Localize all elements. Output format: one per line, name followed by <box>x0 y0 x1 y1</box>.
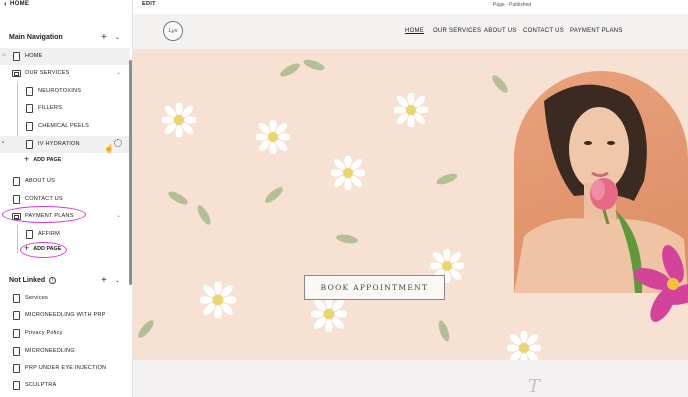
plus-icon: + <box>24 243 30 253</box>
daisy-decoration <box>256 120 290 154</box>
leaf-decoration <box>135 318 157 340</box>
add-page-plus-icon[interactable]: + <box>101 275 107 286</box>
sidebar-item-chemical-peels[interactable]: CHEMICAL PEELS <box>0 118 130 135</box>
page-icon <box>13 329 20 338</box>
page-status: Page · Published <box>493 2 532 8</box>
site-nav-our-services[interactable]: OUR SERVICES <box>433 28 481 34</box>
sidebar-item-microneedling-prp[interactable]: MICRONEEDLING WITH PRP <box>0 307 130 324</box>
page-icon <box>13 52 20 61</box>
page-icon <box>26 230 33 239</box>
sidebar-item-fillers[interactable]: FILLERS <box>0 100 130 117</box>
sidebar-item-privacy-policy[interactable]: Privacy Policy <box>0 325 130 342</box>
site-nav-home[interactable]: HOME <box>405 28 424 34</box>
editor-toolbar: EDIT Page · Published <box>133 0 688 14</box>
page-icon <box>13 294 20 303</box>
chevron-down-icon[interactable]: ⌄ <box>115 34 120 41</box>
gear-icon[interactable] <box>114 139 122 147</box>
chevron-down-icon[interactable]: ⌄ <box>116 69 121 76</box>
not-linked-heading: Not Linked i <box>9 277 57 284</box>
leaf-decoration <box>166 189 190 207</box>
site-nav-payment-plans[interactable]: PAYMENT PLANS <box>570 28 623 34</box>
daisy-decoration <box>507 331 541 360</box>
sidebar-item-affirm[interactable]: AFFIRM <box>0 226 130 243</box>
add-page-plus-icon[interactable]: + <box>101 32 107 43</box>
sidebar-item-services[interactable]: Services <box>0 290 130 307</box>
page-icon <box>13 347 20 356</box>
daisy-decoration <box>394 93 428 127</box>
page-icon <box>13 364 20 373</box>
leaf-decoration <box>435 171 459 187</box>
leaf-decoration <box>335 233 359 245</box>
page-icon <box>13 177 20 186</box>
plus-icon: + <box>24 154 30 164</box>
daisy-decoration <box>311 296 347 332</box>
sidebar-item-payment-plans[interactable]: PAYMENT PLANS ⌄ <box>0 208 130 225</box>
sidebar-item-neurotoxins[interactable]: NEUROTOXINS <box>0 83 130 100</box>
script-heading: T <box>528 376 541 397</box>
info-icon[interactable]: i <box>49 277 57 284</box>
page-icon <box>26 87 33 96</box>
mouse-cursor-icon: ☝ <box>104 144 114 153</box>
site-preview: Lyn HOME OUR SERVICES ABOUT US CONTACT U… <box>133 14 688 397</box>
page-icon <box>26 104 33 113</box>
sidebar-item-prp-under-eye[interactable]: PRP UNDER EYE INJECTION <box>0 360 130 377</box>
sidebar-item-contact-us[interactable]: CONTACT US <box>0 191 130 208</box>
page-icon <box>26 140 33 149</box>
chevron-left-icon: ‹ <box>4 0 7 8</box>
site-nav-contact-us[interactable]: CONTACT US <box>523 28 564 34</box>
home-marker-icon: ⌂ <box>2 52 6 58</box>
leaf-decoration <box>278 61 302 79</box>
pink-flower-image <box>633 244 688 322</box>
trash-icon[interactable]: ▪ <box>2 140 4 146</box>
sidebar-item-microneedling[interactable]: MICRONEEDLING <box>0 343 130 360</box>
leaf-decoration <box>195 203 213 227</box>
site-header: Lyn HOME OUR SERVICES ABOUT US CONTACT U… <box>133 14 688 49</box>
page-icon <box>26 122 33 131</box>
page-icon <box>13 195 20 204</box>
sidebar-item-our-services[interactable]: OUR SERVICES ⌄ <box>0 65 130 82</box>
edit-button[interactable]: EDIT <box>142 1 156 7</box>
daisy-decoration <box>162 103 196 137</box>
folder-icon <box>12 70 21 77</box>
add-page-button-services[interactable]: + ADD PAGE <box>24 155 61 164</box>
back-home-link[interactable]: ‹ HOME <box>4 0 29 8</box>
main-navigation-heading: Main Navigation <box>9 34 63 41</box>
not-linked-actions: + ⌄ <box>101 275 120 286</box>
site-logo[interactable]: Lyn <box>163 21 183 41</box>
leaf-decoration <box>302 57 326 73</box>
page-icon <box>13 311 20 320</box>
daisy-decoration <box>331 156 365 190</box>
next-section: T <box>133 360 688 397</box>
chevron-down-icon[interactable]: ⌄ <box>116 212 121 219</box>
chevron-down-icon[interactable]: ⌄ <box>115 277 120 284</box>
leaf-decoration <box>489 73 511 95</box>
sidebar-scrollbar[interactable] <box>129 60 132 285</box>
leaf-decoration <box>263 184 285 206</box>
sidebar-item-sculptra[interactable]: SCULPTRA <box>0 377 130 394</box>
sidebar-item-home[interactable]: ⌂ HOME <box>0 48 130 65</box>
add-page-button-payment-plans[interactable]: + ADD PAGE <box>24 244 61 253</box>
hero-section: BOOK APPOINTMENT <box>133 49 688 360</box>
leaf-decoration <box>436 319 452 343</box>
page-icon <box>13 381 20 390</box>
folder-icon <box>12 213 21 220</box>
sidebar-item-about-us[interactable]: ABOUT US <box>0 173 130 190</box>
book-appointment-button[interactable]: BOOK APPOINTMENT <box>304 275 445 300</box>
pages-panel: ‹ HOME Main Navigation + ⌄ ⌂ HOME OUR SE… <box>0 0 133 397</box>
daisy-decoration <box>200 282 236 318</box>
main-navigation-actions: + ⌄ <box>101 32 120 43</box>
site-nav-about-us[interactable]: ABOUT US <box>484 28 517 34</box>
